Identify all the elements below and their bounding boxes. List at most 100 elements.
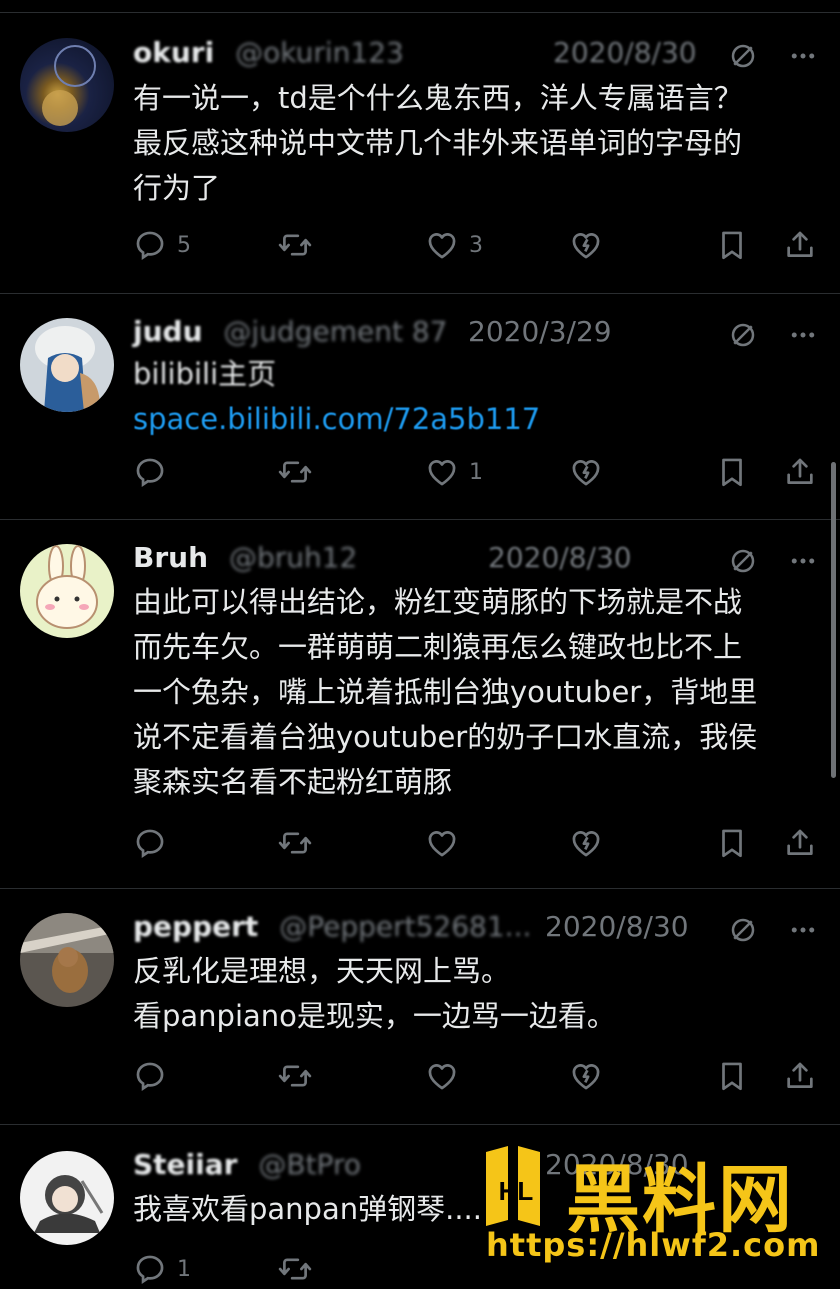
more-icon[interactable] [788, 320, 818, 350]
display-name[interactable]: judu [133, 314, 203, 350]
user-handle[interactable]: @BtPro [258, 1147, 361, 1183]
display-name[interactable]: okuri [133, 35, 214, 71]
grok-button[interactable] [569, 452, 603, 492]
reply-count: 5 [177, 232, 191, 258]
like-button[interactable]: 3 [425, 225, 483, 265]
avatar-image [34, 1175, 104, 1233]
grok-icon [569, 826, 603, 860]
retweet-icon [278, 1252, 312, 1286]
share-icon [783, 826, 817, 860]
reply-icon [133, 455, 167, 489]
avatar[interactable] [20, 544, 114, 638]
more-icon[interactable] [788, 915, 818, 945]
tweet[interactable]: Bruh @bruh12 2020/8/30 由此可以得出结论，粉红变萌豚的下场… [0, 520, 840, 889]
like-icon [425, 1059, 459, 1093]
display-name[interactable]: Steiiar [133, 1147, 237, 1183]
share-icon [783, 455, 817, 489]
avatar[interactable] [20, 318, 114, 412]
bookmark-button[interactable] [715, 452, 749, 492]
top-divider [0, 0, 840, 13]
post-date[interactable]: 2020/8/30 [545, 909, 689, 945]
like-count: 3 [469, 232, 483, 258]
user-handle[interactable]: @okurin123 [235, 35, 404, 71]
watermark: HL 黑料网 https://hlwf2.com [478, 1140, 828, 1270]
tweet-text-line: 有一说一，td是个什么鬼东西，洋人专属语言？ [133, 81, 743, 115]
bookmark-icon [715, 826, 749, 860]
user-handle[interactable]: @Peppert52681... [279, 909, 531, 945]
reply-icon [133, 1059, 167, 1093]
avatar-image [36, 545, 98, 629]
post-date[interactable]: 2020/3/29 [468, 314, 612, 350]
share-button[interactable] [783, 452, 817, 492]
retweet-button[interactable] [278, 1056, 322, 1096]
scrollbar[interactable] [831, 462, 836, 778]
tweet-link[interactable]: space.bilibili.com/72a5b117 [133, 397, 823, 442]
block-icon[interactable] [728, 320, 758, 350]
tweet-text-line: 最反感这种说中文带几个非外来语单词的字母的 [133, 126, 743, 160]
like-icon [425, 228, 459, 262]
avatar[interactable] [20, 913, 114, 1007]
user-handle[interactable]: @bruh12 [229, 540, 357, 576]
like-icon [425, 826, 459, 860]
more-icon[interactable] [788, 41, 818, 71]
grok-icon [569, 228, 603, 262]
share-icon [783, 1059, 817, 1093]
like-button[interactable] [425, 823, 469, 863]
tweet-text-line: 聚森实名看不起粉红萌豚 [133, 765, 453, 799]
tweet-text-line: 看panpiano是现实，一边骂一边看。 [133, 999, 616, 1033]
tweet[interactable]: judu @judgement 87 2020/3/29 bilibili主页 … [0, 294, 840, 520]
retweet-icon [278, 826, 312, 860]
avatar-image [35, 326, 100, 412]
reply-button[interactable]: 5 [133, 225, 191, 265]
avatar[interactable] [20, 1151, 114, 1245]
retweet-button[interactable] [278, 1249, 312, 1289]
like-button[interactable]: 1 [425, 452, 483, 492]
tweet-text-line: 行为了 [133, 171, 221, 205]
grok-icon [569, 1059, 603, 1093]
avatar[interactable] [20, 38, 114, 132]
bookmark-icon [715, 455, 749, 489]
tweet-text: bilibili主页 space.bilibili.com/72a5b117 [133, 352, 823, 442]
block-icon[interactable] [728, 546, 758, 576]
share-button[interactable] [783, 823, 817, 863]
share-icon [783, 228, 817, 262]
like-icon [425, 455, 459, 489]
reply-icon [133, 1252, 167, 1286]
bookmark-button[interactable] [715, 1056, 749, 1096]
tweet-text-line: bilibili主页 [133, 357, 277, 391]
grok-button[interactable] [569, 823, 603, 863]
action-bar [133, 1056, 823, 1096]
post-date[interactable]: 2020/8/30 [553, 35, 697, 71]
share-button[interactable] [783, 225, 817, 265]
display-name[interactable]: Bruh [133, 540, 208, 576]
bookmark-button[interactable] [715, 225, 749, 265]
retweet-button[interactable] [278, 225, 322, 265]
bookmark-button[interactable] [715, 823, 749, 863]
grok-button[interactable] [569, 225, 603, 265]
retweet-button[interactable] [278, 823, 322, 863]
grok-button[interactable] [569, 1056, 603, 1096]
tweet-text-line: 而先车欠。一群萌萌二刺猿再怎么键政也比不上 [133, 630, 743, 664]
retweet-icon [278, 228, 312, 262]
more-icon[interactable] [788, 546, 818, 576]
watermark-logo-text: HL [499, 1176, 534, 1206]
action-bar: 1 [133, 452, 823, 492]
post-date[interactable]: 2020/8/30 [488, 540, 632, 576]
tweet-text-line: 由此可以得出结论，粉红变萌豚的下场就是不战 [133, 585, 743, 619]
reply-button[interactable] [133, 1056, 177, 1096]
display-name[interactable]: peppert [133, 909, 258, 945]
reply-button[interactable] [133, 823, 177, 863]
tweet[interactable]: peppert @Peppert52681... 2020/8/30 反乳化是理… [0, 889, 840, 1125]
avatar-image [42, 45, 96, 126]
action-bar: 5 3 [133, 225, 823, 265]
user-handle[interactable]: @judgement 87 [223, 314, 447, 350]
share-button[interactable] [783, 1056, 817, 1096]
tweet[interactable]: okuri @okurin123 2020/8/30 有一说一，td是个什么鬼东… [0, 13, 840, 294]
retweet-button[interactable] [278, 452, 322, 492]
like-button[interactable] [425, 1056, 469, 1096]
reply-button[interactable] [133, 452, 177, 492]
block-icon[interactable] [728, 41, 758, 71]
block-icon[interactable] [728, 915, 758, 945]
reply-button[interactable]: 1 [133, 1249, 191, 1289]
tweet-text: 反乳化是理想，天天网上骂。 看panpiano是现实，一边骂一边看。 [133, 949, 823, 1039]
